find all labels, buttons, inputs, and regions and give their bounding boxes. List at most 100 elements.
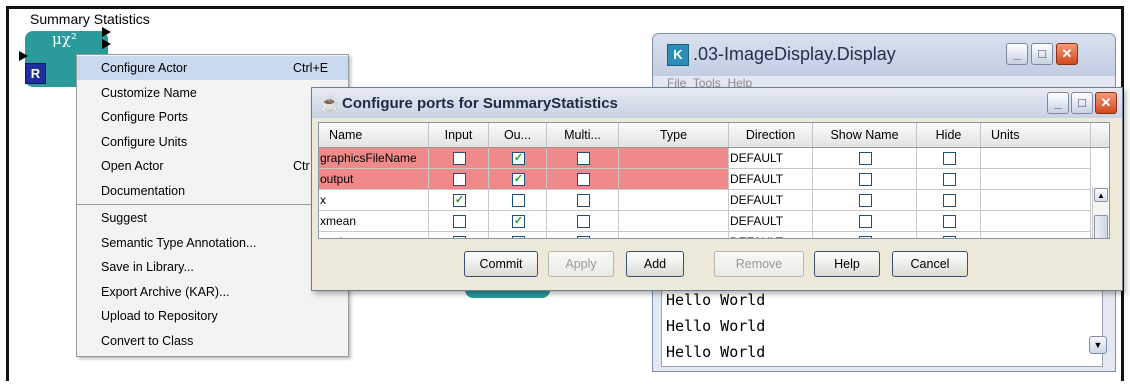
cell-input[interactable]: ✓ (429, 190, 489, 211)
checkbox[interactable]: ✓ (512, 173, 525, 186)
column-header-input[interactable]: Input (429, 123, 489, 147)
checkbox[interactable]: ✓ (453, 194, 466, 207)
cell-multi[interactable] (547, 211, 619, 232)
cell-name[interactable]: x (319, 190, 429, 211)
cell-hide[interactable] (917, 169, 981, 190)
close-button[interactable]: ✕ (1095, 92, 1117, 114)
column-header-direction[interactable]: Direction (729, 123, 813, 147)
checkbox[interactable] (453, 215, 466, 228)
scroll-down-button[interactable]: ▼ (1089, 336, 1107, 354)
checkbox[interactable]: ✓ (512, 215, 525, 228)
scroll-up-button[interactable]: ▲ (1094, 188, 1108, 202)
column-header-units[interactable]: Units (981, 123, 1091, 147)
table-row[interactable]: output ✓ DEFAULT (319, 169, 1099, 190)
column-header-multi[interactable]: Multi... (547, 123, 619, 147)
cell-multi[interactable] (547, 232, 619, 238)
checkbox[interactable] (453, 152, 466, 165)
help-button[interactable]: Help (814, 251, 880, 277)
checkbox[interactable] (943, 194, 956, 207)
cell-type[interactable] (619, 211, 729, 232)
cell-name[interactable]: xmean (319, 211, 429, 232)
table-row[interactable]: graphicsFileName ✓ DEFAULT (319, 148, 1099, 169)
checkbox[interactable] (577, 194, 590, 207)
menu-item-configure-actor[interactable]: Configure Actor Ctrl+E (77, 56, 348, 80)
cell-output[interactable]: ✓ (489, 169, 547, 190)
checkbox[interactable] (943, 215, 956, 228)
cell-direction[interactable]: DEFAULT (729, 190, 813, 211)
cell-type[interactable] (619, 148, 729, 169)
cell-output[interactable]: ✓ (489, 211, 547, 232)
checkbox[interactable] (859, 236, 872, 238)
cell-multi[interactable] (547, 190, 619, 211)
checkbox[interactable] (859, 194, 872, 207)
cell-hide[interactable] (917, 232, 981, 238)
cell-units[interactable] (981, 148, 1091, 169)
input-port-icon[interactable] (19, 51, 28, 61)
cell-multi[interactable] (547, 148, 619, 169)
cell-show-name[interactable] (813, 190, 917, 211)
cell-direction[interactable]: DEFAULT (729, 148, 813, 169)
checkbox[interactable] (453, 173, 466, 186)
remove-button[interactable]: Remove (714, 251, 804, 277)
cell-hide[interactable] (917, 190, 981, 211)
minimize-button[interactable]: _ (1047, 92, 1069, 114)
cancel-button[interactable]: Cancel (892, 251, 968, 277)
checkbox[interactable] (577, 173, 590, 186)
checkbox[interactable] (943, 152, 956, 165)
cell-hide[interactable] (917, 211, 981, 232)
dialog-title-bar[interactable]: ☕ Configure ports for SummaryStatistics … (312, 88, 1122, 118)
display-title-bar[interactable]: K .03-ImageDisplay.Display _ □ ✕ (653, 34, 1115, 76)
checkbox[interactable] (943, 236, 956, 238)
table-row[interactable]: xmean ✓ DEFAULT (319, 211, 1099, 232)
cell-units[interactable] (981, 190, 1091, 211)
cell-input[interactable] (429, 169, 489, 190)
column-header-name[interactable]: Name (319, 123, 429, 147)
cell-input[interactable] (429, 232, 489, 238)
add-button[interactable]: Add (626, 251, 684, 277)
table-scrollbar[interactable]: ▲ ▼ (1092, 187, 1109, 238)
cell-direction[interactable]: DEFAULT (729, 232, 813, 238)
cell-hide[interactable] (917, 148, 981, 169)
menu-item-customize-name[interactable]: Customize Name (77, 81, 348, 105)
cell-show-name[interactable] (813, 148, 917, 169)
checkbox[interactable] (859, 215, 872, 228)
checkbox[interactable] (577, 152, 590, 165)
cell-type[interactable] (619, 232, 729, 238)
cell-type[interactable] (619, 190, 729, 211)
cell-output[interactable] (489, 190, 547, 211)
table-row[interactable]: x ✓ DEFAULT (319, 190, 1099, 211)
checkbox[interactable] (512, 194, 525, 207)
table-row[interactable]: xstd ✓ DEFAULT (319, 232, 1099, 238)
menu-item-configure-units[interactable]: Configure Units (77, 130, 348, 154)
menu-item-suggest[interactable]: Suggest (77, 206, 348, 230)
column-header-hide[interactable]: Hide (917, 123, 981, 147)
cell-name[interactable]: output (319, 169, 429, 190)
display-output-area[interactable]: Hello World Hello World Hello World (661, 289, 1103, 367)
menu-item-documentation[interactable]: Documentation (77, 179, 348, 203)
cell-output[interactable]: ✓ (489, 148, 547, 169)
menu-item-save-in-library[interactable]: Save in Library... (77, 255, 348, 279)
cell-units[interactable] (981, 211, 1091, 232)
cell-type[interactable] (619, 169, 729, 190)
checkbox[interactable] (943, 173, 956, 186)
cell-units[interactable] (981, 169, 1091, 190)
checkbox[interactable]: ✓ (512, 236, 525, 238)
cell-name[interactable]: xstd (319, 232, 429, 238)
column-header-ou[interactable]: Ou... (489, 123, 547, 147)
column-header-show-name[interactable]: Show Name (813, 123, 917, 147)
cell-multi[interactable] (547, 169, 619, 190)
menu-item-configure-ports[interactable]: Configure Ports (77, 105, 348, 129)
commit-button[interactable]: Commit (464, 251, 538, 277)
menu-item-semantic-type-annotation[interactable]: Semantic Type Annotation... (77, 231, 348, 255)
menu-item-export-archive-kar[interactable]: Export Archive (KAR)... (77, 280, 348, 304)
scroll-thumb[interactable] (1094, 215, 1108, 238)
minimize-button[interactable]: _ (1006, 43, 1028, 65)
cell-direction[interactable]: DEFAULT (729, 169, 813, 190)
checkbox[interactable]: ✓ (512, 152, 525, 165)
cell-input[interactable] (429, 148, 489, 169)
checkbox[interactable] (859, 152, 872, 165)
cell-output[interactable]: ✓ (489, 232, 547, 238)
output-port-icon[interactable] (102, 27, 111, 37)
column-header-type[interactable]: Type (619, 123, 729, 147)
cell-name[interactable]: graphicsFileName (319, 148, 429, 169)
